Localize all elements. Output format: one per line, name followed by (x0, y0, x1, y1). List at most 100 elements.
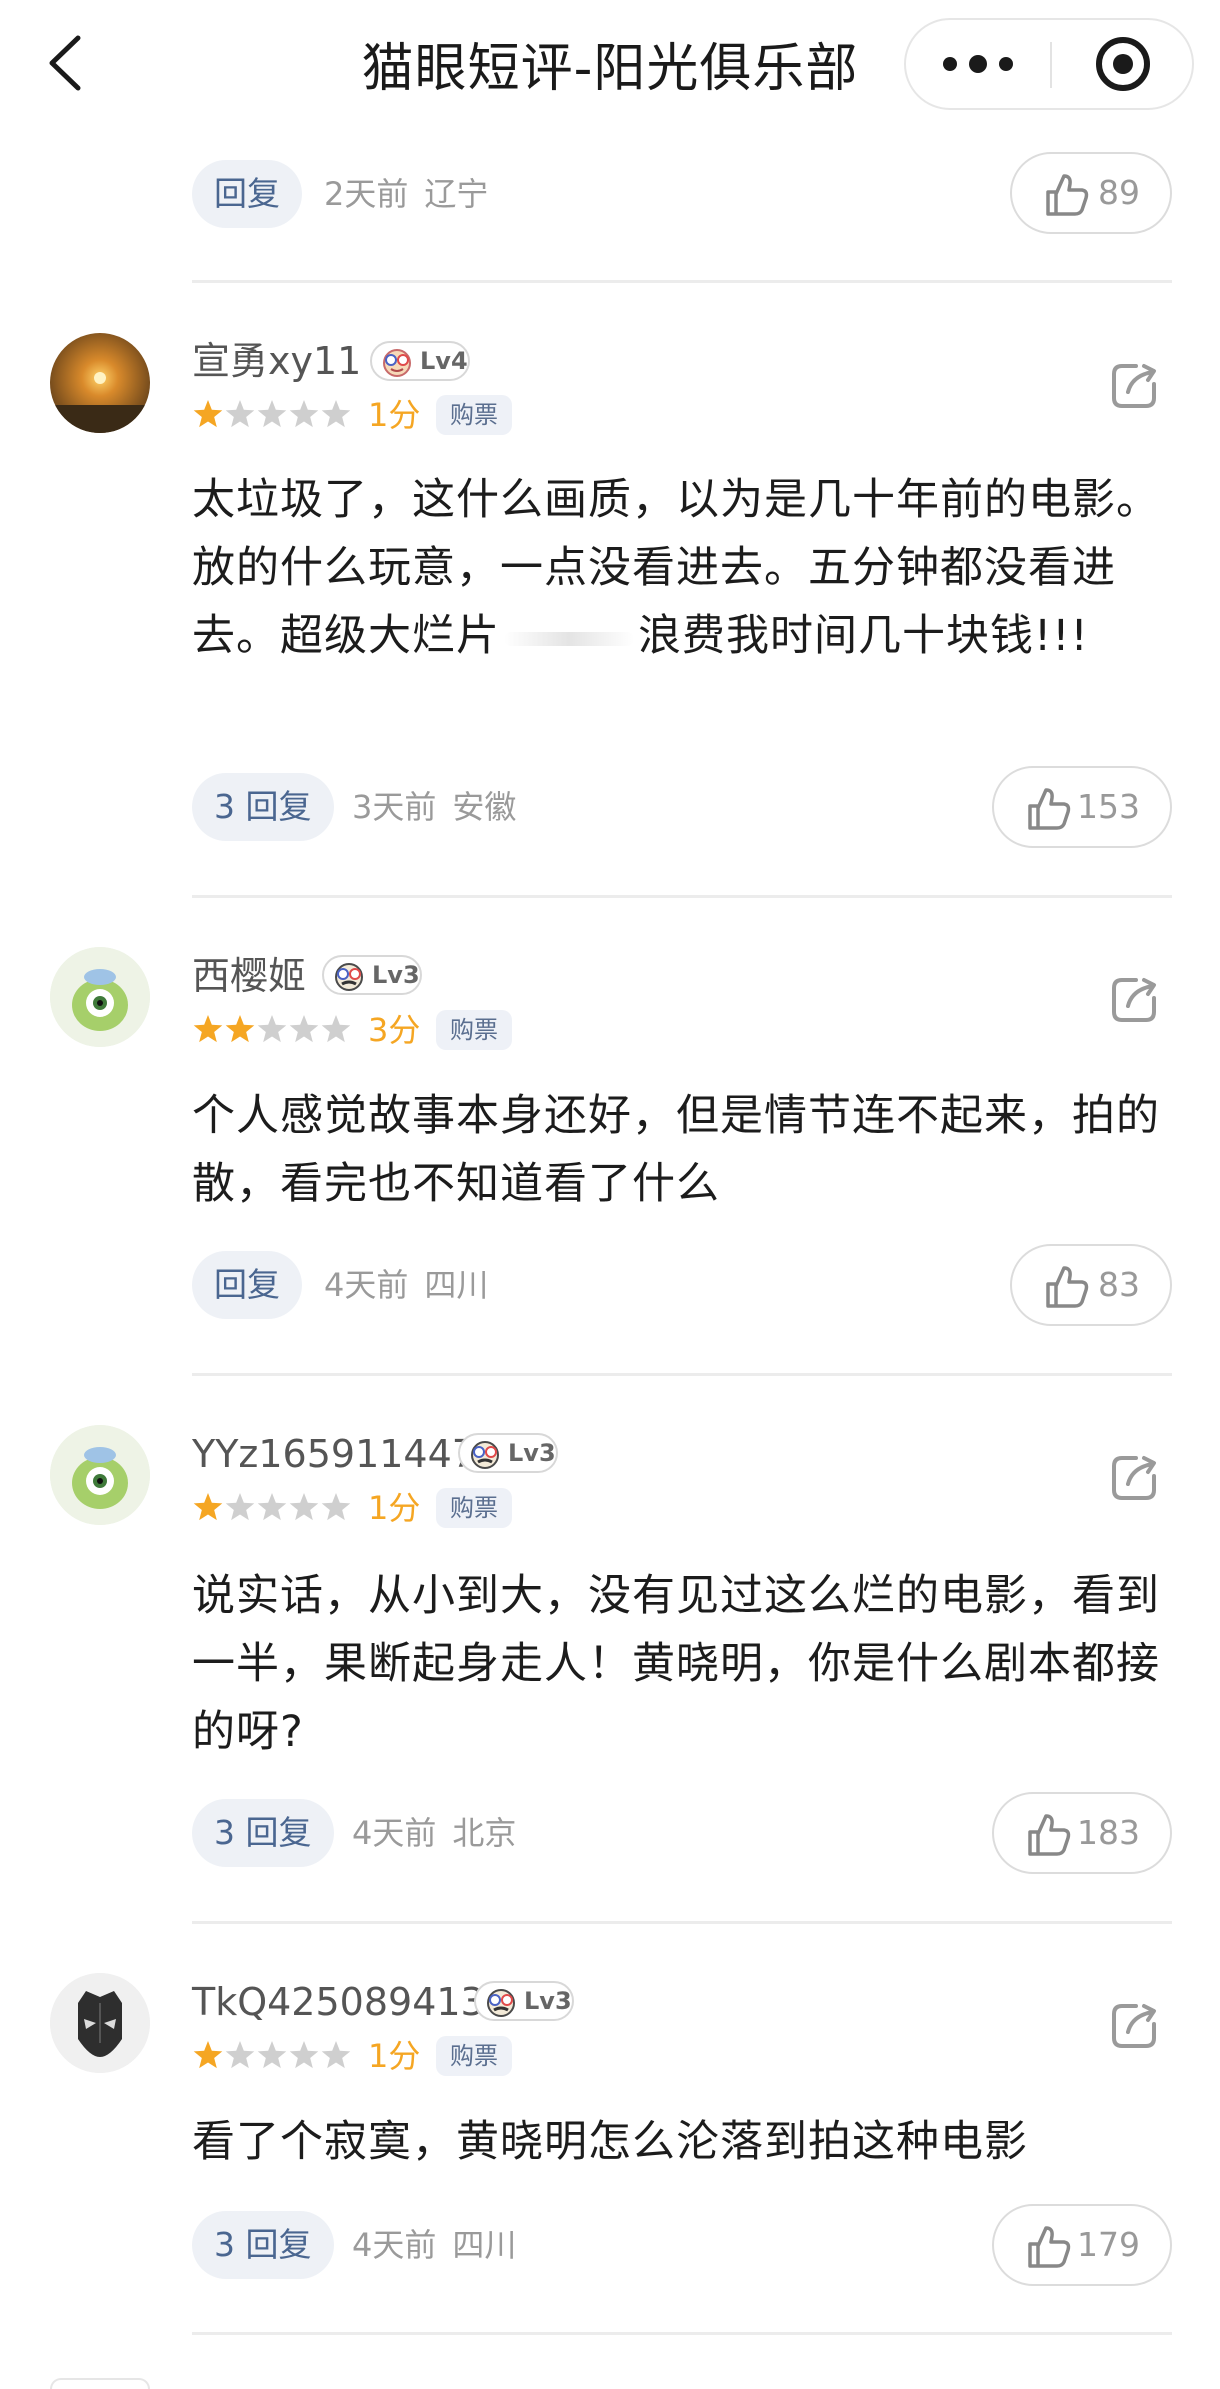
level-face-icon (471, 1441, 499, 1469)
avatar[interactable] (50, 333, 150, 433)
review-location: 辽宁 (424, 175, 489, 213)
review-location: 北京 (452, 1814, 517, 1852)
star-filled-icon (193, 1493, 223, 1521)
review-meta: 2天前 辽宁 (324, 160, 488, 228)
star-filled-icon (193, 1015, 223, 1043)
nav-bar: 猫眼短评-阳光俱乐部 (0, 0, 1220, 130)
reply-button[interactable]: 3 回复 (192, 1799, 334, 1867)
star-empty-icon (321, 1493, 351, 1521)
avatar[interactable] (50, 1425, 150, 1525)
thumbs-up-icon (1046, 1266, 1089, 1308)
like-button[interactable]: 83 (1010, 1244, 1172, 1326)
like-button[interactable]: 153 (992, 766, 1172, 848)
star-empty-icon (257, 1015, 287, 1043)
divider (192, 1921, 1172, 1924)
review-location: 四川 (424, 1266, 489, 1304)
star-empty-icon (225, 400, 255, 428)
thumbs-up-icon (1028, 2226, 1071, 2268)
star-empty-icon (289, 1493, 319, 1521)
rating-stars (193, 1493, 351, 1521)
username[interactable]: YYz165911447 (192, 1429, 476, 1479)
level-face-icon (335, 963, 363, 991)
star-empty-icon (257, 2041, 287, 2069)
star-empty-icon (321, 2041, 351, 2069)
share-button[interactable] (1106, 972, 1162, 1028)
review-content: 个人感觉故事本身还好，但是情节连不起来，拍的散，看完也不知道看了什么 (192, 1091, 1160, 1209)
level-text: Lv4 (420, 347, 468, 375)
divider (192, 2332, 1172, 2335)
thumbs-up-icon (1028, 1814, 1071, 1856)
review-location: 四川 (452, 2226, 517, 2264)
star-empty-icon (225, 1493, 255, 1521)
star-empty-icon (257, 400, 287, 428)
review-content: 说实话，从小到大，没有见过这么烂的电影，看到一半，果断起身走人！黄晓明，你是什么… (192, 1571, 1160, 1757)
username[interactable]: 西樱姬 (192, 951, 306, 1001)
score-text: 1分 (368, 2037, 421, 2075)
mini-program-capsule (904, 18, 1194, 110)
review-location: 安徽 (452, 788, 517, 826)
star-filled-icon (193, 2041, 223, 2069)
close-mini-program-button[interactable] (1052, 20, 1194, 108)
star-empty-icon (257, 1493, 287, 1521)
star-empty-icon (321, 1015, 351, 1043)
share-icon (1112, 978, 1156, 1022)
rating-stars (193, 2041, 351, 2069)
level-face-icon (487, 1989, 515, 2017)
like-count: 183 (1077, 1813, 1140, 1852)
username[interactable]: TkQ425089413 (192, 1977, 485, 2027)
reply-button[interactable]: 3 回复 (192, 2211, 334, 2279)
username[interactable]: 宣勇xy11 (192, 336, 361, 386)
redacted-smudge (504, 631, 634, 646)
share-icon (1112, 364, 1156, 408)
divider (192, 1373, 1172, 1376)
level-text: Lv3 (524, 1987, 572, 2015)
avatar[interactable] (50, 947, 150, 1047)
review-time: 2天前 (324, 175, 409, 213)
rating-stars (193, 400, 351, 428)
level-badge: Lv4 (370, 341, 470, 381)
star-empty-icon (321, 400, 351, 428)
reply-button[interactable]: 回复 (192, 160, 302, 228)
review-time: 4天前 (324, 1266, 409, 1304)
ticket-badge: 购票 (436, 395, 512, 435)
avatar-partial (50, 2378, 150, 2389)
divider (192, 280, 1172, 283)
reply-button[interactable]: 3 回复 (192, 773, 334, 841)
share-button[interactable] (1106, 358, 1162, 414)
review-time: 4天前 (352, 1814, 437, 1852)
review-meta: 4天前 北京 (352, 1799, 516, 1867)
share-button[interactable] (1106, 1998, 1162, 2054)
level-badge: Lv3 (458, 1433, 558, 1473)
level-face-icon (383, 349, 411, 377)
star-filled-icon (193, 400, 223, 428)
more-button[interactable] (906, 20, 1050, 108)
thumbs-up-icon (1046, 174, 1089, 216)
star-empty-icon (289, 2041, 319, 2069)
star-filled-icon (225, 1015, 255, 1043)
like-count: 179 (1077, 2225, 1140, 2264)
reply-button[interactable]: 回复 (192, 1251, 302, 1319)
rating-stars (193, 1015, 351, 1043)
share-icon (1112, 2004, 1156, 2048)
review-time: 4天前 (352, 2226, 437, 2264)
thumbs-up-icon (1028, 788, 1071, 830)
avatar[interactable] (50, 1973, 150, 2073)
review-text-continued: 浪费我时间几十块钱!!! (638, 611, 1089, 661)
more-dots-icon (943, 55, 1013, 73)
level-text: Lv3 (372, 961, 420, 989)
star-empty-icon (289, 1015, 319, 1043)
star-empty-icon (225, 2041, 255, 2069)
target-circle-icon (1096, 37, 1150, 91)
review-meta: 3天前 安徽 (352, 773, 516, 841)
like-button[interactable]: 183 (992, 1792, 1172, 1874)
cartoon-eye-avatar-image (50, 1425, 150, 1525)
review-content: 看了个寂寞，黄晓明怎么沦落到拍这种电影 (192, 2117, 1028, 2167)
score-text: 1分 (368, 1489, 421, 1527)
divider (192, 895, 1172, 898)
like-button[interactable]: 89 (1010, 152, 1172, 234)
share-button[interactable] (1106, 1450, 1162, 1506)
share-icon (1112, 1456, 1156, 1500)
cartoon-eye-avatar-image (50, 947, 150, 1047)
like-button[interactable]: 179 (992, 2204, 1172, 2286)
like-count: 89 (1098, 173, 1140, 212)
